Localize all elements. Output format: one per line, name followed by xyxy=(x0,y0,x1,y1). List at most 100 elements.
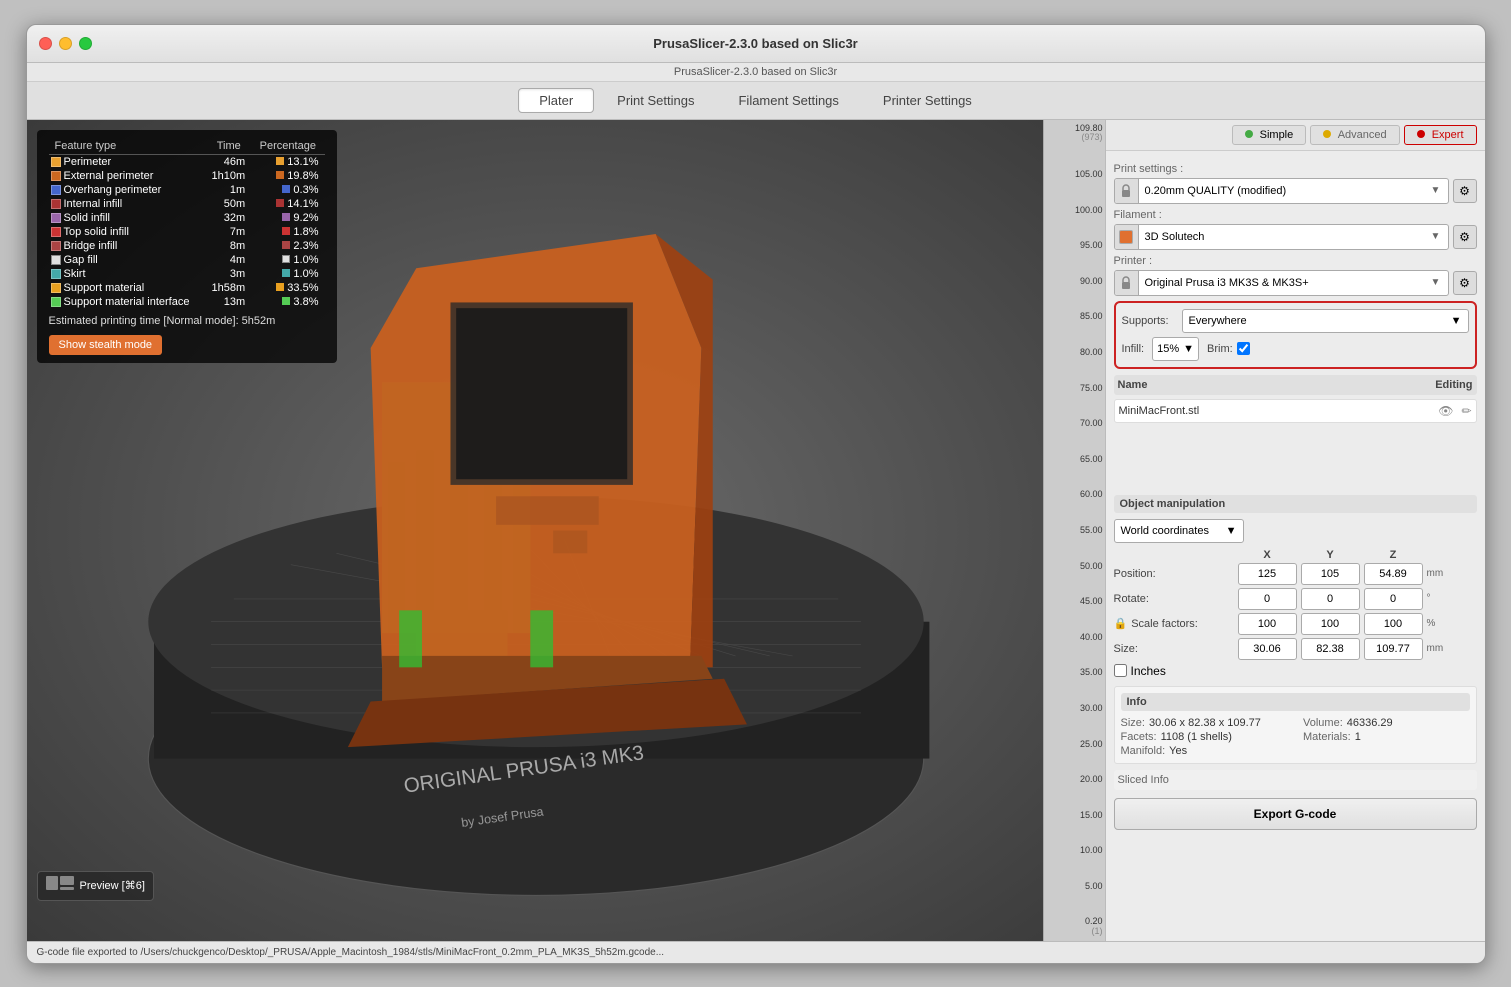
feature-name: Support material interface xyxy=(49,295,207,309)
name-editing-header: Name Editing xyxy=(1114,375,1477,395)
label-spacer xyxy=(1114,549,1234,561)
size-x-input[interactable]: 30.06 xyxy=(1238,638,1297,660)
lock-scale-icon[interactable]: 🔒 xyxy=(1114,617,1128,630)
scale-z-input[interactable]: 100 xyxy=(1364,613,1423,635)
status-text: G-code file exported to /Users/chuckgenc… xyxy=(37,947,665,958)
filament-arrow: ▼ xyxy=(1424,231,1448,242)
feature-pct: 1.0% xyxy=(251,253,324,267)
filament-dropdown[interactable]: 3D Solutech ▼ xyxy=(1114,224,1449,250)
y-tick: 95.00 xyxy=(1046,240,1103,250)
table-row: Gap fill 4m 1.0% xyxy=(49,253,325,267)
table-row: Skirt 3m 1.0% xyxy=(49,267,325,281)
position-y-input[interactable]: 105 xyxy=(1301,563,1360,585)
info-facets-label: Facets: xyxy=(1121,731,1157,743)
feature-name: Top solid infill xyxy=(49,225,207,239)
export-gcode-button[interactable]: Export G-code xyxy=(1114,798,1477,830)
infill-spinner[interactable]: 15% ▼ xyxy=(1152,337,1199,361)
rotate-x-input[interactable]: 0 xyxy=(1238,588,1297,610)
simple-mode-dot xyxy=(1245,130,1253,138)
y-tick: 80.00 xyxy=(1046,347,1103,357)
feature-name: Gap fill xyxy=(49,253,207,267)
feature-name: Solid infill xyxy=(49,211,207,225)
minimize-button[interactable] xyxy=(59,37,72,50)
info-volume-label: Volume: xyxy=(1303,717,1343,729)
printer-dropdown[interactable]: Original Prusa i3 MK3S & MK3S+ ▼ xyxy=(1114,270,1449,296)
tab-print-settings[interactable]: Print Settings xyxy=(596,88,715,113)
print-profile-dropdown[interactable]: 0.20mm QUALITY (modified) ▼ xyxy=(1114,178,1449,204)
right-panel: Simple Advanced Expert Print settings : xyxy=(1105,120,1485,941)
printer-lock-icon xyxy=(1119,276,1133,290)
supports-dropdown[interactable]: Everywhere ▼ xyxy=(1182,309,1469,333)
advanced-mode-dot xyxy=(1323,130,1331,138)
preview-button[interactable]: Preview [⌘6] xyxy=(37,871,154,901)
object-manipulation-section: Object manipulation World coordinates ▼ … xyxy=(1114,495,1477,678)
filament-color-swatch xyxy=(1115,225,1139,249)
rotate-label: Rotate: xyxy=(1114,593,1234,605)
size-label: Size: xyxy=(1114,643,1234,655)
position-x-input[interactable]: 125 xyxy=(1238,563,1297,585)
tab-printer-settings[interactable]: Printer Settings xyxy=(862,88,993,113)
feature-name: Skirt xyxy=(49,267,207,281)
printer-name: Original Prusa i3 MK3S & MK3S+ xyxy=(1139,277,1424,289)
supports-value: Everywhere xyxy=(1189,315,1247,327)
table-row: Bridge infill 8m 2.3% xyxy=(49,239,325,253)
print-settings-gear-button[interactable]: ⚙ xyxy=(1453,179,1477,203)
print-profile-name: 0.20mm QUALITY (modified) xyxy=(1139,185,1424,197)
simple-mode-button[interactable]: Simple xyxy=(1232,125,1307,145)
printer-row: Original Prusa i3 MK3S & MK3S+ ▼ ⚙ xyxy=(1114,270,1477,296)
show-stealth-mode-button[interactable]: Show stealth mode xyxy=(49,335,163,355)
tab-filament-settings[interactable]: Filament Settings xyxy=(717,88,859,113)
feature-time: 7m xyxy=(206,225,251,239)
stats-table: Feature type Time Percentage Perimeter 4… xyxy=(49,138,325,309)
printer-icon xyxy=(1115,271,1139,295)
table-row: Overhang perimeter 1m 0.3% xyxy=(49,183,325,197)
feature-name: Overhang perimeter xyxy=(49,183,207,197)
model-list-empty-area xyxy=(1114,427,1477,487)
y-tick: 25.00 xyxy=(1046,739,1103,749)
printer-arrow: ▼ xyxy=(1424,277,1448,288)
size-y-input[interactable]: 82.38 xyxy=(1301,638,1360,660)
supports-section: Supports: Everywhere ▼ Infill: 15% ▼ xyxy=(1114,301,1477,369)
feature-name: Perimeter xyxy=(49,154,207,169)
coord-system-dropdown[interactable]: World coordinates ▼ xyxy=(1114,519,1244,543)
position-z-input[interactable]: 54.89 xyxy=(1364,563,1423,585)
y-tick: 100.00 xyxy=(1046,205,1103,215)
tab-plater[interactable]: Plater xyxy=(518,88,594,113)
viewport-canvas[interactable]: ORIGINAL PRUSA i3 MK3 by Josef Prusa Fea… xyxy=(27,120,1105,941)
info-manifold-value: Yes xyxy=(1169,745,1187,757)
filament-gear-button[interactable]: ⚙ xyxy=(1453,225,1477,249)
inches-checkbox[interactable] xyxy=(1114,664,1127,677)
infill-brim-row: Infill: 15% ▼ Brim: xyxy=(1122,337,1469,361)
expert-mode-button[interactable]: Expert xyxy=(1404,125,1477,145)
printer-gear-button[interactable]: ⚙ xyxy=(1453,271,1477,295)
feature-pct: 9.2% xyxy=(251,211,324,225)
mode-bar: Simple Advanced Expert xyxy=(1106,120,1485,151)
y-tick: 70.00 xyxy=(1046,418,1103,428)
advanced-mode-button[interactable]: Advanced xyxy=(1310,125,1399,145)
info-grid: Size: 30.06 x 82.38 x 109.77 Volume: 463… xyxy=(1121,717,1470,757)
feature-time: 3m xyxy=(206,267,251,281)
maximize-button[interactable] xyxy=(79,37,92,50)
print-profile-icon xyxy=(1115,179,1139,203)
feature-pct: 1.0% xyxy=(251,267,324,281)
feature-time: 1h58m xyxy=(206,281,251,295)
supports-label: Supports: xyxy=(1122,315,1182,327)
position-row: Position: 125 105 54.89 mm xyxy=(1114,563,1477,585)
rotate-z-input[interactable]: 0 xyxy=(1364,588,1423,610)
rotate-y-input[interactable]: 0 xyxy=(1301,588,1360,610)
eye-icon[interactable]: 👁 xyxy=(1438,404,1453,418)
size-z-input[interactable]: 109.77 xyxy=(1364,638,1423,660)
scale-y-input[interactable]: 100 xyxy=(1301,613,1360,635)
brim-checkbox-row: Brim: xyxy=(1207,342,1250,355)
viewport-area: ORIGINAL PRUSA i3 MK3 by Josef Prusa Fea… xyxy=(27,120,1105,941)
rotate-row: Rotate: 0 0 0 ° xyxy=(1114,588,1477,610)
object-manip-title: Object manipulation xyxy=(1114,495,1477,513)
edit-icon[interactable]: ✏ xyxy=(1461,404,1471,418)
print-profile-arrow: ▼ xyxy=(1424,185,1448,196)
unit-spacer xyxy=(1427,549,1477,561)
table-row: Top solid infill 7m 1.8% xyxy=(49,225,325,239)
feature-pct: 1.8% xyxy=(251,225,324,239)
scale-x-input[interactable]: 100 xyxy=(1238,613,1297,635)
close-button[interactable] xyxy=(39,37,52,50)
brim-checkbox[interactable] xyxy=(1237,342,1250,355)
